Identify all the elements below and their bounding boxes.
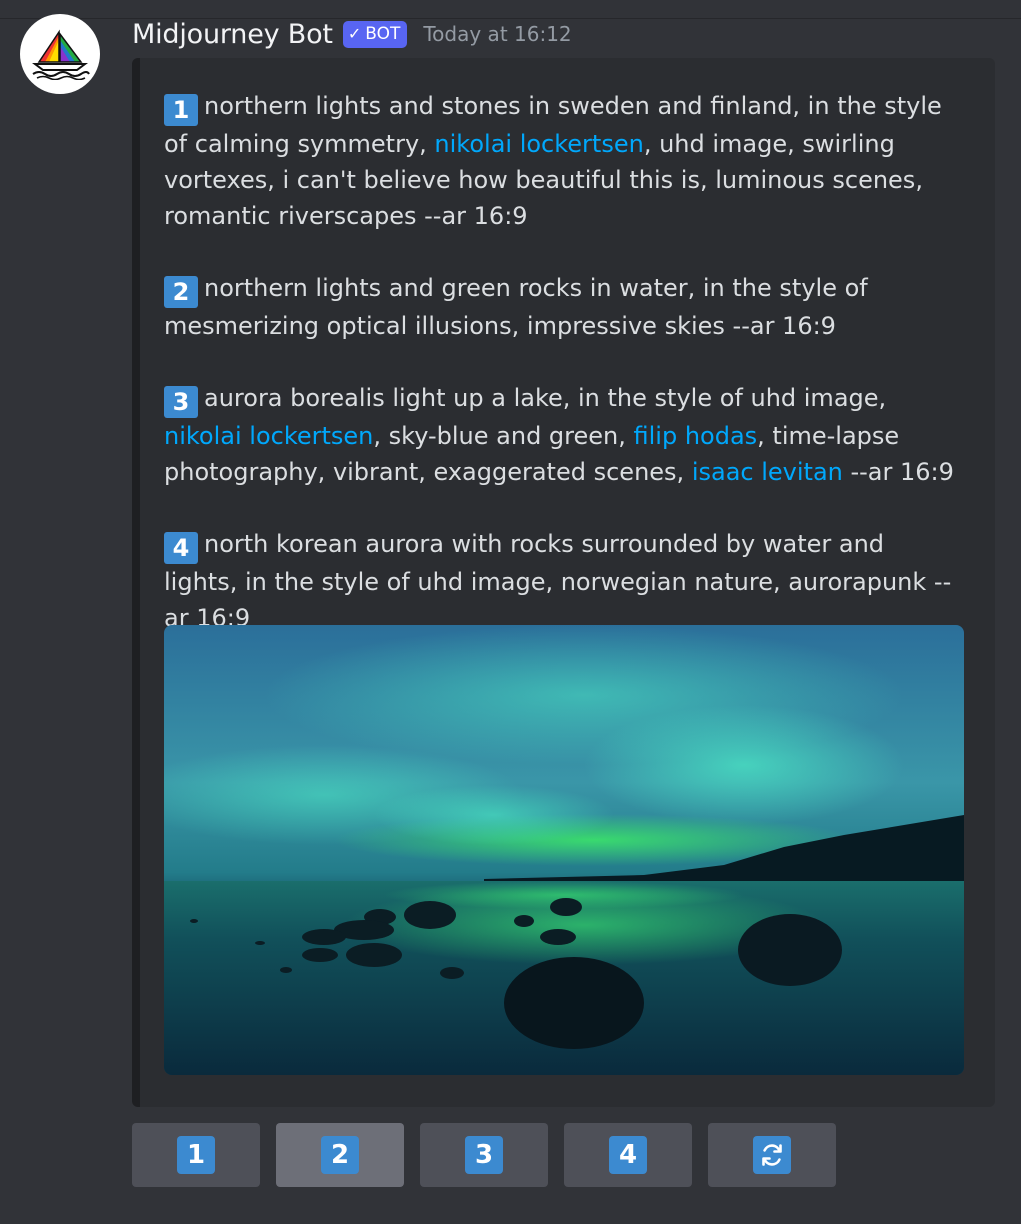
variation-button-2[interactable]: 2 bbox=[276, 1123, 404, 1187]
reroll-button[interactable] bbox=[708, 1123, 836, 1187]
artist-link[interactable]: nikolai lockertsen bbox=[164, 422, 373, 450]
keycap-1-icon: 1 bbox=[177, 1136, 215, 1174]
bot-avatar[interactable] bbox=[20, 14, 100, 94]
variation-button-3[interactable]: 3 bbox=[420, 1123, 548, 1187]
keycap-2-icon: 2 bbox=[321, 1136, 359, 1174]
prompt-text: aurora borealis light up a lake, in the … bbox=[204, 384, 887, 412]
keycap-1-icon: 1 bbox=[164, 94, 198, 126]
prompt-item: 3 aurora borealis light up a lake, in the… bbox=[164, 380, 964, 490]
bot-badge-label: BOT bbox=[365, 23, 401, 44]
variation-button-4[interactable]: 4 bbox=[564, 1123, 692, 1187]
artist-link[interactable]: filip hodas bbox=[634, 422, 758, 450]
prompt-item: 2 northern lights and green rocks in wate… bbox=[164, 270, 964, 344]
author-name[interactable]: Midjourney Bot bbox=[132, 19, 333, 50]
aurora-image[interactable] bbox=[164, 625, 964, 1075]
message-timestamp[interactable]: Today at 16:12 bbox=[423, 22, 571, 46]
keycap-4-icon: 4 bbox=[164, 532, 198, 564]
prompt-text: north korean aurora with rocks surrounde… bbox=[164, 530, 952, 632]
prompt-text: northern lights and green rocks in water… bbox=[164, 274, 868, 340]
artist-link[interactable]: isaac levitan bbox=[692, 458, 843, 486]
variation-button-1[interactable]: 1 bbox=[132, 1123, 260, 1187]
prompt-list: 1 northern lights and stones in sweden an… bbox=[164, 88, 964, 672]
prompt-text: , sky-blue and green, bbox=[373, 422, 634, 450]
keycap-3-icon: 3 bbox=[465, 1136, 503, 1174]
keycap-4-icon: 4 bbox=[609, 1136, 647, 1174]
prompt-text: --ar 16:9 bbox=[842, 458, 954, 486]
keycap-3-icon: 3 bbox=[164, 386, 198, 418]
sailboat-logo-icon bbox=[32, 29, 90, 80]
artist-link[interactable]: nikolai lockertsen bbox=[434, 130, 643, 158]
prompt-item: 4 north korean aurora with rocks surround… bbox=[164, 526, 964, 636]
aurora-landscape-picture bbox=[164, 625, 964, 1075]
keycap-2-icon: 2 bbox=[164, 276, 198, 308]
refresh-icon bbox=[753, 1136, 791, 1174]
prompt-item: 1 northern lights and stones in sweden an… bbox=[164, 88, 964, 234]
action-button-row: 1 2 3 4 bbox=[132, 1123, 836, 1187]
message-header: Midjourney Bot ✓ BOT Today at 16:12 bbox=[132, 14, 572, 54]
bot-badge: ✓ BOT bbox=[342, 20, 408, 48]
verified-check-icon: ✓ bbox=[347, 24, 362, 43]
